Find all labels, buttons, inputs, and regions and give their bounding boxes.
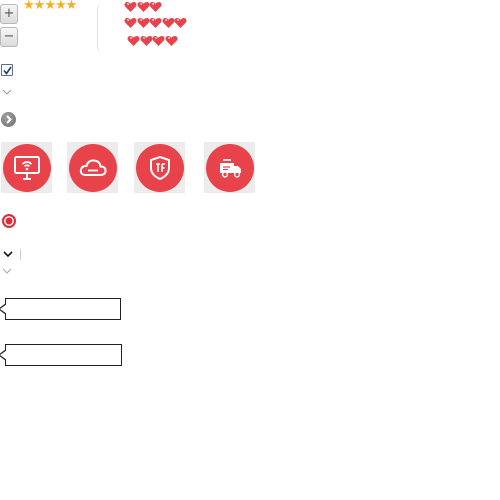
chevron-down-icon[interactable] — [2, 89, 12, 96]
heart-icon — [164, 35, 178, 46]
star-icon[interactable]: ★ — [66, 0, 78, 13]
heart-icon — [136, 1, 150, 12]
zoom-out-button[interactable]: − — [0, 27, 18, 47]
delivery-truck-icon — [219, 158, 241, 178]
heart-icon — [139, 35, 153, 46]
shield-icon — [149, 155, 170, 180]
feature-tile-truck[interactable] — [204, 142, 255, 193]
heart-icon — [149, 17, 162, 28]
hearts-row — [124, 1, 162, 13]
chevron-right-icon — [6, 115, 12, 124]
feature-tile-cloud[interactable] — [67, 142, 118, 193]
target-icon[interactable] — [1, 213, 17, 229]
chevron-down-icon[interactable] — [2, 268, 12, 275]
heart-icon — [161, 17, 175, 28]
star-icon[interactable]: ★ — [34, 0, 46, 13]
star-rating[interactable]: ★★★★★ — [23, 0, 78, 13]
zoom-in-button[interactable]: + — [0, 4, 18, 24]
star-icon[interactable]: ★ — [55, 0, 67, 13]
heart-icon — [136, 17, 150, 28]
star-icon[interactable]: ★ — [23, 0, 35, 13]
checkmark-icon — [3, 66, 12, 75]
wifi-monitor-icon — [13, 155, 40, 180]
hearts-row — [124, 17, 187, 29]
chevron-down-icon — [3, 251, 13, 258]
callout-text — [6, 299, 120, 305]
callout-box — [0, 344, 122, 366]
hearts-row — [127, 35, 178, 47]
heart-icon — [149, 1, 162, 12]
heart-icon — [124, 17, 137, 28]
heart-icon — [124, 1, 137, 12]
cloud-icon — [79, 158, 107, 176]
callout-box — [0, 298, 121, 320]
heart-icon — [152, 35, 165, 46]
heart-icon — [174, 17, 187, 28]
star-icon[interactable]: ★ — [44, 0, 56, 13]
heart-icon — [127, 35, 140, 46]
feature-tile-shield[interactable] — [134, 142, 185, 193]
checkbox[interactable] — [1, 64, 13, 76]
feature-tile-monitor[interactable] — [1, 142, 52, 193]
divider — [97, 3, 103, 53]
callout-text — [6, 345, 121, 351]
next-round-button[interactable] — [1, 112, 16, 127]
dropdown-select[interactable] — [1, 249, 21, 260]
